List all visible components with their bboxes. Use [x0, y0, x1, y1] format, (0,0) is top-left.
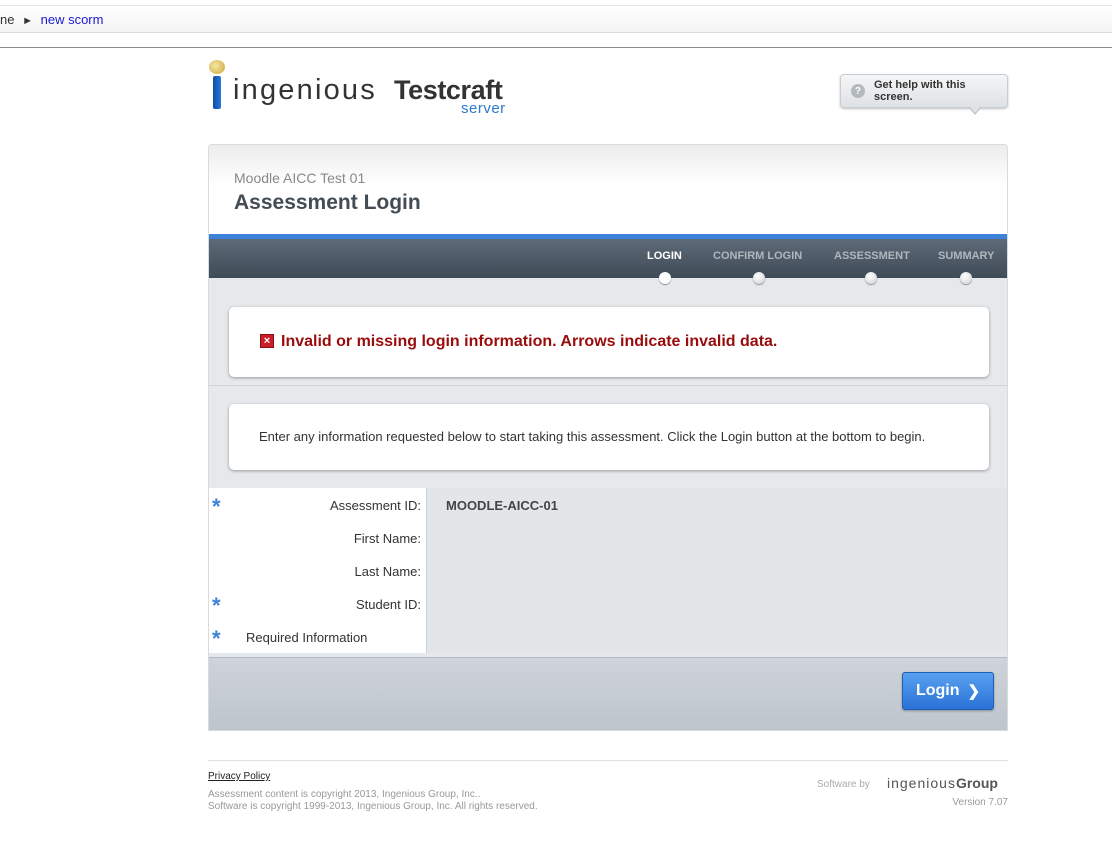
breadcrumb-home[interactable]: ne [0, 12, 14, 27]
step-login: LOGIN [647, 250, 682, 262]
breadcrumb-separator: ► [22, 15, 33, 27]
top-divider [0, 47, 1112, 48]
content-copyright: Assessment content is copyright 2013, In… [208, 789, 481, 800]
required-asterisk: * [212, 494, 221, 519]
step-dot-assessment [865, 272, 877, 284]
help-label: Get help with this screen. [873, 79, 966, 103]
logo-word-server: server [461, 100, 506, 117]
error-x-icon: × [260, 334, 274, 348]
progress-steps: LOGIN CONFIRM LOGIN ASSESSMENT SUMMARY [209, 239, 1007, 284]
ingenious-group-logo: ingeniousGroup [887, 775, 998, 791]
step-confirm-login: CONFIRM LOGIN [713, 250, 803, 262]
step-dot-summary [960, 272, 972, 284]
assessment-id-value: MOODLE-AICC-01 [446, 498, 558, 513]
last-name-label: Last Name: [354, 564, 421, 579]
brand-light: ingenious [887, 775, 956, 791]
software-by-label: Software by [817, 779, 870, 790]
first-name-field[interactable] [427, 521, 1007, 554]
login-button[interactable]: Login ❯ [902, 672, 994, 710]
step-summary: SUMMARY [938, 250, 995, 262]
logo-bar-icon [213, 76, 221, 109]
software-copyright: Software is copyright 1999-2013, Ingenio… [208, 801, 538, 812]
form-row-student-id: * Student ID: [209, 587, 1007, 620]
question-icon: ? [851, 84, 865, 98]
login-form: * Assessment ID: MOODLE-AICC-01 First Na… [209, 488, 1007, 653]
course-title: Moodle AICC Test 01 [234, 170, 366, 186]
login-panel: Moodle AICC Test 01 Assessment Login LOG… [208, 144, 1008, 731]
footer-divider [208, 760, 1008, 761]
first-name-label: First Name: [353, 531, 421, 546]
logo-word-ingenious: ingenious [233, 74, 377, 106]
form-row-first-name: First Name: [209, 521, 1007, 554]
logo-bulb-icon [209, 60, 225, 74]
required-asterisk: * [212, 593, 221, 618]
version-label: Version 7.07 [952, 797, 1008, 808]
instructions-text: Enter any information requested below to… [259, 429, 926, 444]
breadcrumb-current[interactable]: new scorm [41, 12, 104, 27]
last-name-field[interactable] [427, 554, 1007, 587]
error-message: × Invalid or missing login information. … [229, 307, 989, 377]
error-text: Invalid or missing login information. Ar… [281, 333, 778, 350]
testcraft-logo: ingenious Testcraft server [209, 60, 509, 120]
login-button-label: Login [915, 682, 960, 699]
brand-bold: Group [955, 775, 998, 791]
student-id-label: Student ID: [355, 597, 421, 612]
help-button[interactable]: ? Get help with this screen. [840, 74, 1008, 115]
breadcrumb-bar: ne ► new scorm [0, 5, 1112, 33]
form-row-required-note: * Required Information [209, 620, 1007, 653]
student-id-field[interactable] [427, 587, 1007, 620]
required-asterisk: * [212, 626, 221, 651]
panel-footer: Login ❯ [209, 657, 1007, 730]
step-assessment: ASSESSMENT [834, 250, 910, 262]
chevron-right-icon: ❯ [967, 683, 981, 700]
required-note: Required Information [246, 630, 368, 645]
step-dot-login [659, 272, 671, 284]
step-dot-confirm-login [753, 272, 765, 284]
breadcrumb: ne ► new scorm [0, 12, 103, 27]
instructions-box: Enter any information requested below to… [229, 404, 989, 470]
form-row-assessment-id: * Assessment ID: MOODLE-AICC-01 [209, 488, 1007, 521]
privacy-policy-link[interactable]: Privacy Policy [208, 771, 270, 782]
panel-header: Moodle AICC Test 01 Assessment Login [209, 145, 1007, 234]
page-title: Assessment Login [234, 191, 421, 214]
form-row-last-name: Last Name: [209, 554, 1007, 587]
assessment-id-label: Assessment ID: [329, 498, 421, 513]
section-divider [209, 385, 1007, 386]
help-tail-inner [969, 106, 981, 113]
